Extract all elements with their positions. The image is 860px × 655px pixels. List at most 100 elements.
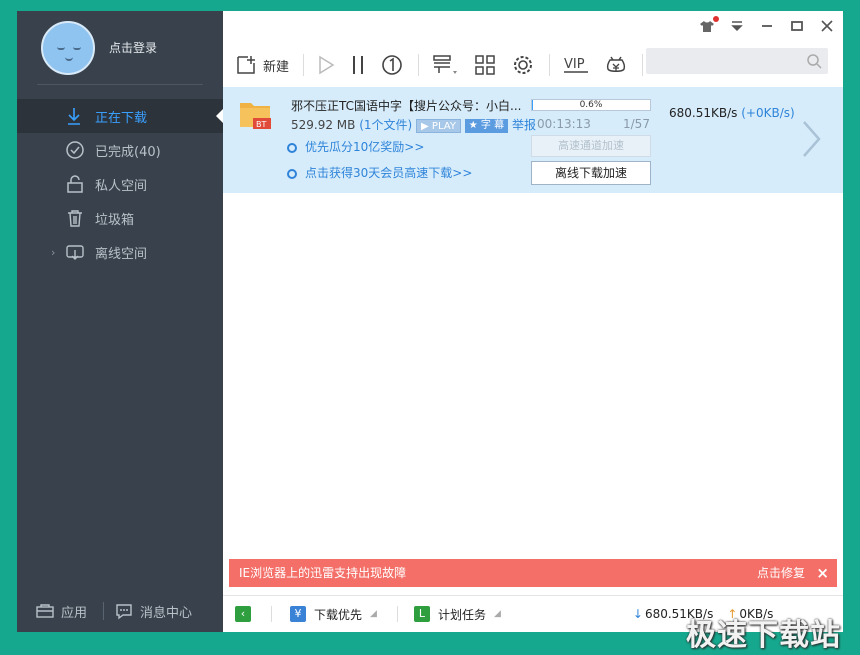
close-icon[interactable]: × [816,559,829,587]
promo-link-rewards[interactable]: 优先瓜分10亿奖励>> [287,138,424,155]
progress-bar: 0.6% [531,99,651,111]
grid-icon [475,55,495,75]
svg-text:VIP: VIP [564,57,585,72]
new-task-button[interactable]: 新建 [235,54,289,76]
app-window: 点击登录 正在下载 已完成(40) 私人空间 垃圾箱 › 离线空间 应用 消息中… [17,11,843,632]
messages-label: 消息中心 [140,605,193,621]
check-circle-icon [66,141,84,159]
avatar-mouth [65,57,73,61]
download-speed: 680.51KB/s (+0KB/s) [669,106,795,120]
chevron-right-icon[interactable]: › [51,246,55,259]
minimize-icon[interactable] [759,19,775,35]
single-task-button[interactable] [380,53,404,77]
one-circle-icon [382,55,402,75]
wallet-button[interactable] [604,53,628,77]
login-link[interactable]: 点击登录 [109,39,157,56]
priority-label: 下载优先 [314,607,363,622]
new-task-label: 新建 [263,59,290,75]
time-remaining: 00:13:13 [537,117,591,131]
error-banner: IE浏览器上的迅雷支持出现故障 点击修复 × [229,559,837,587]
money-bag-icon [606,56,626,72]
sidebar-item-offline[interactable]: › 离线空间 [17,235,223,269]
task-name: 邪不压正TC国语中字【搜片公众号：小白... [291,99,522,113]
watermark: 极速下载站 [686,618,841,653]
message-icon [116,604,132,620]
pause-icon [353,56,364,74]
sidebar-item-label: 私人空间 [95,178,148,194]
scheduled-task-button[interactable]: L 计划任务 ◢ [413,606,501,623]
pause-button[interactable] [350,54,366,76]
error-message: IE浏览器上的迅雷支持出现故障 [239,566,407,580]
sidebar-item-label: 离线空间 [95,246,148,262]
play-badge[interactable]: ▶ PLAY [416,118,461,133]
sidebar-nav: 正在下载 已完成(40) 私人空间 垃圾箱 › 离线空间 [17,99,223,269]
toolbar-separator [418,54,420,76]
high-speed-button[interactable]: 高速通道加速 [531,135,651,157]
apps-label: 应用 [61,605,88,621]
settings-button[interactable] [511,53,535,77]
offline-accelerate-button[interactable]: 离线下载加速 [531,161,651,185]
task-meta: 529.92 MB (1个文件) ▶ PLAY ★ 字 幕 举报 [291,116,536,133]
chevron-left-icon: ‹ [235,606,251,622]
new-file-icon [237,56,255,74]
download-arrow-icon [68,108,80,125]
sidebar-item-downloading[interactable]: 正在下载 [17,99,223,133]
search-input[interactable] [646,48,828,74]
play-icon [319,55,335,75]
avatar[interactable] [41,21,95,75]
toolbar-separator [549,54,551,76]
toolbar-separator [642,54,644,76]
schedule-icon: L [413,606,430,622]
avatar-eye-left [57,47,65,50]
toolbar-separator [303,54,305,76]
sidebar-divider [37,84,203,85]
speed-value: 680.51KB/s [669,106,738,120]
bt-folder-icon: BT [240,103,271,129]
search-icon[interactable] [806,53,822,69]
play-button[interactable] [316,54,336,76]
chevron-right-icon[interactable] [801,119,823,159]
dropdown-caret-icon: ◢ [493,609,501,619]
menu-dropdown-icon[interactable] [729,19,745,35]
promo-link-vip[interactable]: 点击获得30天会员高速下载>> [287,164,472,181]
sidebar-item-completed[interactable]: 已完成(40) [17,133,223,167]
task-row[interactable]: BT 邪不压正TC国语中字【搜片公众号：小白... 529.92 MB (1个文… [223,87,843,193]
piece-count: 1/57 [623,117,650,131]
subtitle-badge[interactable]: ★ 字 幕 [464,118,509,133]
speed-boost: (+0KB/s) [741,106,795,120]
collapse-button[interactable]: ‹ [235,606,251,622]
download-priority-button[interactable]: ¥ 下载优先 ◢ [290,606,377,623]
skin-shirt-icon[interactable] [699,16,719,35]
apps-grid-button[interactable] [473,53,497,77]
sidebar-item-trash[interactable]: 垃圾箱 [17,201,223,235]
dropdown-caret-icon: ◢ [370,609,377,619]
schedule-label: 计划任务 [437,607,486,622]
sidebar-item-private[interactable]: 私人空间 [17,167,223,201]
sort-button[interactable] [431,53,459,77]
sidebar: 点击登录 正在下载 已完成(40) 私人空间 垃圾箱 › 离线空间 应用 消息中… [17,11,223,632]
sort-icon [433,55,458,74]
sidebar-item-label: 已完成(40) [95,144,161,160]
fix-link[interactable]: 点击修复 [757,559,805,587]
apps-button[interactable]: 应用 [17,602,87,621]
vip-button[interactable]: VIP [562,53,590,77]
main-panel: 新建 VIP BT 邪不压正TC国语中字【搜片公众号：小白... 529.92 … [223,11,843,632]
task-files[interactable]: (1个文件) [359,118,412,132]
sidebar-item-label: 正在下载 [95,110,148,126]
apps-icon [36,604,54,618]
status-divider [271,606,272,622]
sidebar-item-label: 垃圾箱 [95,212,135,228]
gear-icon [514,56,533,74]
sidebar-footer: 应用 消息中心 [17,590,223,632]
window-controls [699,16,835,35]
close-icon[interactable] [819,19,835,35]
status-divider [396,606,398,622]
svg-text:BT: BT [256,120,266,129]
play-badge-label: PLAY [431,120,456,132]
trash-icon [68,210,82,227]
report-link[interactable]: 举报 [512,118,536,132]
messages-button[interactable]: 消息中心 [104,602,192,621]
lock-icon [67,175,83,193]
priority-icon: ¥ [290,606,306,622]
maximize-icon[interactable] [789,19,805,35]
